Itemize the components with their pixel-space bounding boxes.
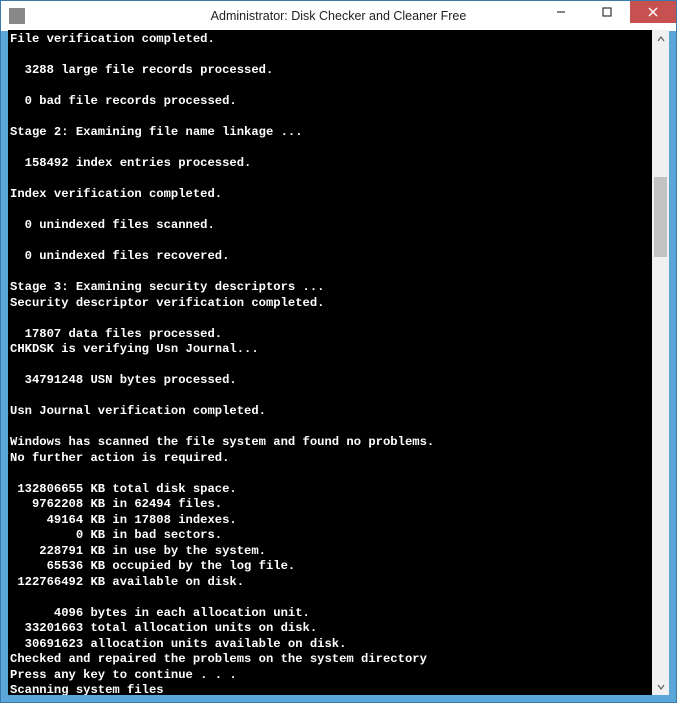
chevron-up-icon bbox=[657, 35, 665, 43]
scroll-up-button[interactable] bbox=[652, 30, 669, 47]
close-icon bbox=[648, 7, 658, 17]
window-controls bbox=[538, 1, 676, 31]
app-icon bbox=[9, 8, 25, 24]
minimize-button[interactable] bbox=[538, 1, 584, 23]
titlebar[interactable]: Administrator: Disk Checker and Cleaner … bbox=[1, 1, 676, 31]
scroll-down-button[interactable] bbox=[652, 678, 669, 695]
close-button[interactable] bbox=[630, 1, 676, 23]
vertical-scrollbar[interactable] bbox=[652, 30, 669, 695]
console-window: File verification completed. 3288 large … bbox=[8, 30, 669, 695]
chevron-down-icon bbox=[657, 683, 665, 691]
minimize-icon bbox=[556, 7, 566, 17]
scrollbar-track[interactable] bbox=[652, 47, 669, 678]
scrollbar-thumb[interactable] bbox=[654, 177, 667, 257]
maximize-button[interactable] bbox=[584, 1, 630, 23]
maximize-icon bbox=[602, 7, 612, 17]
console-output[interactable]: File verification completed. 3288 large … bbox=[8, 30, 652, 695]
